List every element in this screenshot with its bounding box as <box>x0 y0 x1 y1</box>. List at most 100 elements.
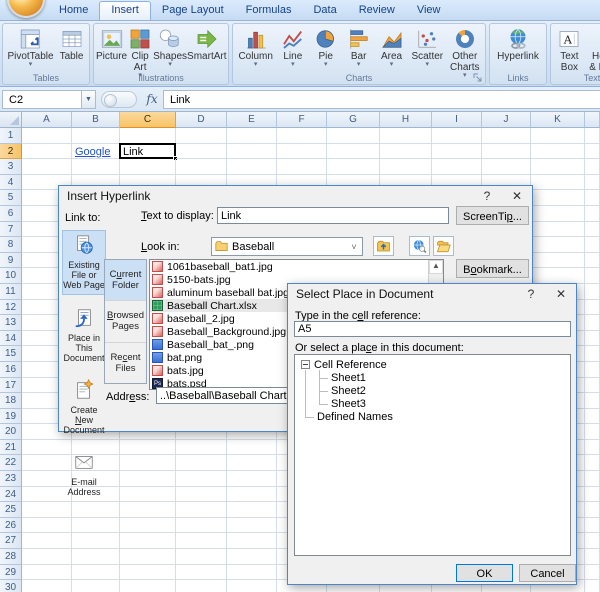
cell-D30[interactable] <box>176 580 227 592</box>
row-header-20[interactable]: 20 <box>0 424 22 440</box>
row-header-17[interactable]: 17 <box>0 377 22 394</box>
scroll-up-icon[interactable]: ▲ <box>429 260 443 274</box>
row-header-22[interactable]: 22 <box>0 455 22 472</box>
cell-B27[interactable] <box>72 533 120 550</box>
link-to-existing-file-or-web-page[interactable]: Existing File or Web Page <box>62 230 106 295</box>
cell-K6[interactable] <box>531 205 585 222</box>
cell-C25[interactable] <box>120 502 176 518</box>
dialog-launcher-icon[interactable] <box>473 73 483 83</box>
cell-K8[interactable] <box>531 237 585 253</box>
cell-C24[interactable] <box>120 486 176 503</box>
cell-H2[interactable] <box>380 143 432 160</box>
cell-x11[interactable] <box>585 283 600 300</box>
cell-x12[interactable] <box>585 299 600 316</box>
tab-formulas[interactable]: Formulas <box>235 1 303 20</box>
cell-A28[interactable] <box>22 549 72 565</box>
ribbon-button-text-box[interactable]: A Text Box <box>556 26 582 73</box>
ok-button[interactable]: OK <box>456 564 513 582</box>
cell-x27[interactable] <box>585 533 600 550</box>
ribbon-button-header-footer[interactable]: Header& Footer <box>589 26 600 73</box>
help-button[interactable]: ? <box>516 287 546 301</box>
name-box[interactable]: C2 <box>2 89 82 109</box>
cell-x8[interactable] <box>585 237 600 253</box>
close-icon[interactable]: ✕ <box>502 189 532 203</box>
cell-K4[interactable] <box>531 174 585 191</box>
column-header-J[interactable]: J <box>482 112 531 128</box>
tab-review[interactable]: Review <box>348 1 406 20</box>
cell-E30[interactable] <box>227 580 277 592</box>
ribbon-button-table[interactable]: Table <box>59 26 85 62</box>
cell-G3[interactable] <box>327 159 380 175</box>
row-header-14[interactable]: 14 <box>0 330 22 347</box>
ribbon-button-pivottable[interactable]: PivotTable ▾ <box>7 26 54 68</box>
cell-x17[interactable] <box>585 377 600 394</box>
cell-C1[interactable] <box>120 128 176 144</box>
ribbon-button-bar[interactable]: Bar ▾ <box>346 26 372 68</box>
cell-E23[interactable] <box>227 471 277 487</box>
cancel-button[interactable]: Cancel <box>519 564 576 582</box>
ribbon-button-scatter[interactable]: Scatter ▾ <box>411 26 443 68</box>
cell-J1[interactable] <box>482 128 531 144</box>
view-current-folder[interactable]: Current Folder <box>105 260 146 302</box>
close-icon[interactable]: ✕ <box>546 287 576 301</box>
cell-x13[interactable] <box>585 315 600 331</box>
cell-K1[interactable] <box>531 128 585 144</box>
cell-x7[interactable] <box>585 221 600 238</box>
tab-data[interactable]: Data <box>302 1 347 20</box>
row-header-2[interactable]: 2 <box>0 143 22 160</box>
row-header-25[interactable]: 25 <box>0 502 22 518</box>
cell-x30[interactable] <box>585 580 600 592</box>
cell-x19[interactable] <box>585 408 600 425</box>
column-header-D[interactable]: D <box>176 112 227 128</box>
cell-I1[interactable] <box>432 128 482 144</box>
column-header-C[interactable]: C <box>120 112 176 128</box>
cell-A30[interactable] <box>22 580 72 592</box>
row-header-7[interactable]: 7 <box>0 221 22 238</box>
cell-x5[interactable] <box>585 190 600 206</box>
cell-reference-input[interactable] <box>294 321 571 337</box>
cell-H1[interactable] <box>380 128 432 144</box>
cell-A29[interactable] <box>22 564 72 581</box>
column-header-F[interactable]: F <box>277 112 327 128</box>
column-header-partial[interactable] <box>585 112 600 128</box>
cell-B3[interactable] <box>72 159 120 175</box>
cell-G1[interactable] <box>327 128 380 144</box>
cell-D29[interactable] <box>176 564 227 581</box>
tree-item-cell-reference[interactable]: Cell Reference <box>295 358 570 371</box>
cell-E26[interactable] <box>227 517 277 534</box>
row-header-1[interactable]: 1 <box>0 128 22 144</box>
cell-x22[interactable] <box>585 455 600 472</box>
row-header-8[interactable]: 8 <box>0 237 22 253</box>
ribbon-button-clip-art[interactable]: Clip Art ▾ <box>127 26 153 79</box>
cell-J2[interactable] <box>482 143 531 160</box>
cell-A27[interactable] <box>22 533 72 550</box>
tab-page-layout[interactable]: Page Layout <box>151 1 235 20</box>
cell-C23[interactable] <box>120 471 176 487</box>
row-header-21[interactable]: 21 <box>0 439 22 456</box>
ribbon-button-picture[interactable]: Picture <box>96 26 127 62</box>
cell-D2[interactable] <box>176 143 227 160</box>
name-box-dropdown-icon[interactable]: ▼ <box>82 89 96 109</box>
column-header-K[interactable]: K <box>531 112 585 128</box>
cell-A1[interactable] <box>22 128 72 144</box>
ribbon-button-smartart[interactable]: SmartArt <box>187 26 227 62</box>
cell-x16[interactable] <box>585 361 600 378</box>
cell-x3[interactable] <box>585 159 600 175</box>
ribbon-button-hyperlink[interactable]: Hyperlink <box>497 26 539 62</box>
row-header-23[interactable]: 23 <box>0 471 22 487</box>
cell-x6[interactable] <box>585 205 600 222</box>
cell-C22[interactable] <box>120 455 176 472</box>
cell-D26[interactable] <box>176 517 227 534</box>
up-one-folder-button[interactable] <box>373 236 394 256</box>
cell-x26[interactable] <box>585 517 600 534</box>
cell-E1[interactable] <box>227 128 277 144</box>
cell-F3[interactable] <box>277 159 327 175</box>
cell-A2[interactable] <box>22 143 72 160</box>
cell-E27[interactable] <box>227 533 277 550</box>
browse-web-button[interactable] <box>409 236 430 256</box>
cell-x9[interactable] <box>585 252 600 269</box>
cell-C28[interactable] <box>120 549 176 565</box>
cell-x29[interactable] <box>585 564 600 581</box>
cell-E21[interactable] <box>227 439 277 456</box>
row-header-12[interactable]: 12 <box>0 299 22 316</box>
